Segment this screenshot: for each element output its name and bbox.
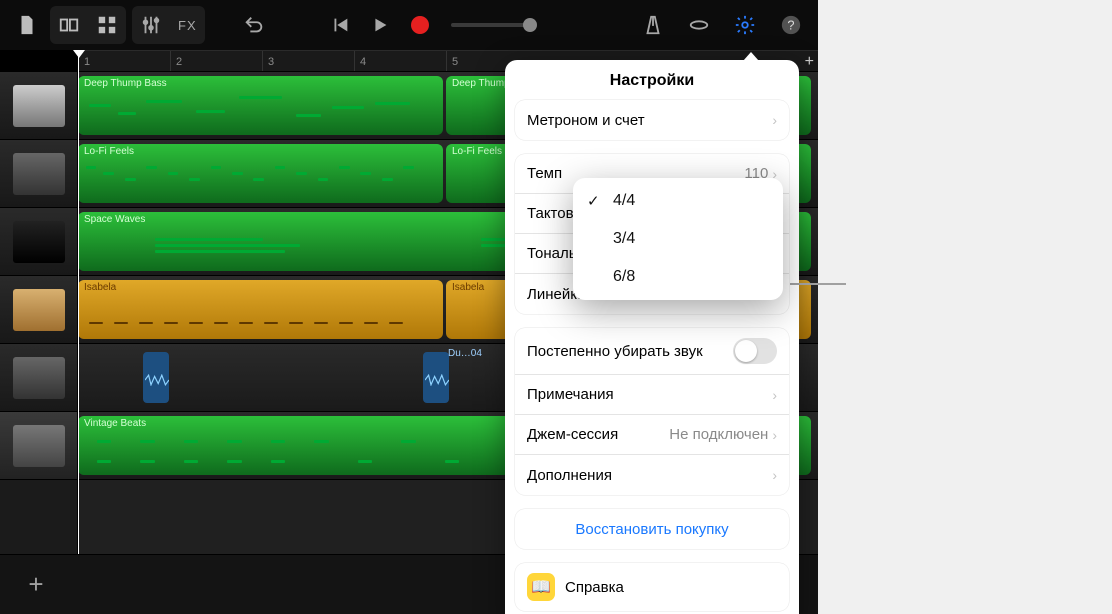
midi-region[interactable]: Deep Thump Bass <box>78 76 443 135</box>
mixer-fx-group: FX <box>132 6 205 44</box>
chevron-right-icon: › <box>772 427 777 443</box>
tracks-view-icon[interactable] <box>52 8 86 42</box>
notes-row[interactable]: Примечания › <box>515 375 789 415</box>
instrument-icon <box>13 425 65 467</box>
jam-value: Не подключен <box>669 426 768 443</box>
chevron-right-icon: › <box>772 112 777 128</box>
ruler-tick: 3 <box>262 51 354 71</box>
toolbar: FX ? <box>0 0 818 50</box>
help-icon[interactable]: ? <box>774 8 808 42</box>
dropdown-option[interactable]: 3/4 <box>573 220 783 258</box>
timesig-dropdown: 4/4 3/4 6/8 <box>573 178 783 300</box>
restore-label: Восстановить покупку <box>527 521 777 538</box>
dropdown-option[interactable]: 6/8 <box>573 258 783 296</box>
help-label: Справка <box>565 579 624 596</box>
metronome-icon[interactable] <box>636 8 670 42</box>
settings-popover: Настройки Метроном и счет › Темп 110› Та… <box>505 60 799 614</box>
popover-title: Настройки <box>505 60 799 100</box>
region-title: Du…04 <box>448 348 482 359</box>
book-icon: 📖 <box>527 573 555 601</box>
ruler-tick: 4 <box>354 51 446 71</box>
addons-row[interactable]: Дополнения › <box>515 455 789 495</box>
add-section-icon[interactable]: + <box>805 53 814 71</box>
playhead[interactable] <box>78 50 79 554</box>
master-volume-slider[interactable] <box>451 23 531 27</box>
track-headers <box>0 72 78 554</box>
grid-view-icon[interactable] <box>90 8 124 42</box>
mixer-icon[interactable] <box>134 8 168 42</box>
instrument-icon <box>13 153 65 195</box>
undo-icon[interactable] <box>237 8 271 42</box>
settings-icon[interactable] <box>728 8 762 42</box>
row-label: Темп <box>527 165 562 182</box>
metronome-row[interactable]: Метроном и счет › <box>515 100 789 140</box>
region-title: Isabela <box>84 282 437 293</box>
row-label: Примечания <box>527 386 614 403</box>
add-track-button[interactable]: + <box>14 563 58 607</box>
go-to-start-icon[interactable] <box>323 8 357 42</box>
jam-row[interactable]: Джем-сессия Не подключен› <box>515 415 789 455</box>
callout-line <box>790 283 846 285</box>
region-title: Lo-Fi Feels <box>84 146 437 157</box>
view-toggle[interactable] <box>50 6 126 44</box>
ruler-tick: 2 <box>170 51 262 71</box>
dropdown-option[interactable]: 4/4 <box>573 182 783 220</box>
chevron-right-icon: › <box>772 467 777 483</box>
fadeout-toggle[interactable] <box>733 338 777 364</box>
region-title: Deep Thump Bass <box>84 78 437 89</box>
audio-region[interactable] <box>423 352 449 403</box>
instrument-icon <box>13 357 65 399</box>
track-header[interactable] <box>0 344 77 412</box>
instrument-icon <box>13 289 65 331</box>
track-header[interactable] <box>0 208 77 276</box>
track-header[interactable] <box>0 140 77 208</box>
loop-icon[interactable] <box>682 8 716 42</box>
midi-region[interactable]: Isabela <box>78 280 443 339</box>
file-icon[interactable] <box>10 8 44 42</box>
audio-region[interactable] <box>143 352 169 403</box>
chevron-right-icon: › <box>772 387 777 403</box>
fx-button[interactable]: FX <box>172 18 203 33</box>
midi-region[interactable]: Lo-Fi Feels <box>78 144 443 203</box>
track-header[interactable] <box>0 412 77 480</box>
instrument-icon <box>13 221 65 263</box>
instrument-icon <box>13 85 65 127</box>
help-row[interactable]: 📖 Справка <box>515 563 789 611</box>
svg-text:?: ? <box>787 18 794 33</box>
row-label: Дополнения <box>527 467 612 484</box>
row-label: Постепенно убирать звук <box>527 343 703 360</box>
track-header[interactable] <box>0 72 77 140</box>
restore-purchase-button[interactable]: Восстановить покупку <box>515 509 789 549</box>
row-label: Метроном и счет <box>527 112 645 129</box>
row-label: Джем-сессия <box>527 426 618 443</box>
fadeout-row[interactable]: Постепенно убирать звук <box>515 328 789 375</box>
play-icon[interactable] <box>363 8 397 42</box>
ruler-tick: 1 <box>78 51 170 71</box>
track-header[interactable] <box>0 276 77 344</box>
record-button[interactable] <box>403 8 437 42</box>
